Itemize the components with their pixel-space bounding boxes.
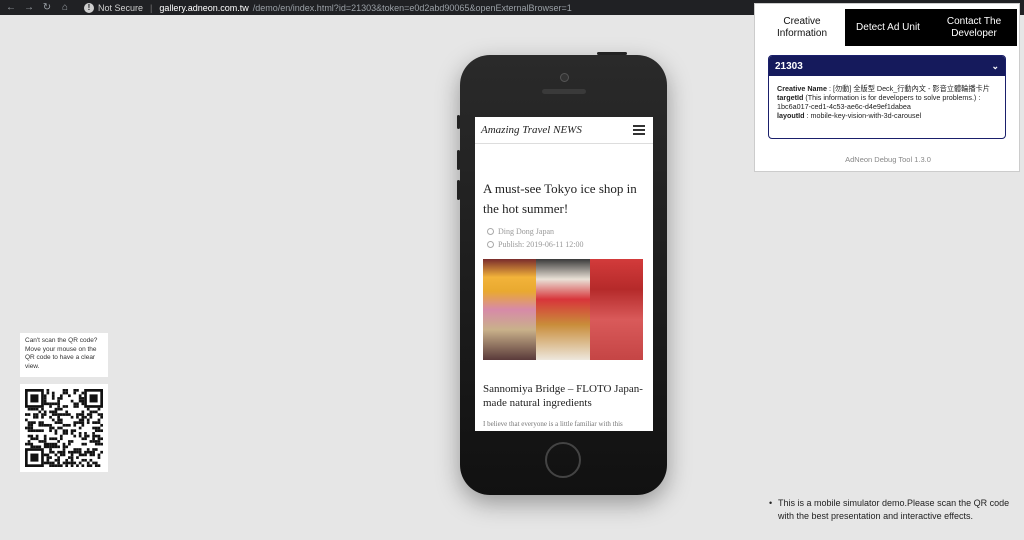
article-meta: Ding Dong Japan Publish: 2019-06-11 12:0…: [483, 225, 645, 251]
qr-code[interactable]: [20, 384, 108, 472]
simulator-note-text: This is a mobile simulator demo.Please s…: [778, 498, 1010, 521]
hero-image-panel: [483, 259, 537, 360]
tab-contact-developer[interactable]: Contact The Developer: [931, 9, 1017, 46]
address-bar[interactable]: ! Not Secure | gallery.adneon.com.tw/dem…: [84, 2, 572, 13]
article-title: A must-see Tokyo ice shop in the hot sum…: [483, 181, 637, 216]
publish-row: Publish: 2019-06-11 12:00: [487, 238, 645, 251]
debug-tool-version: AdNeon Debug Tool 1.3.0: [845, 155, 931, 164]
target-id-value: (This information is for developers to s…: [777, 93, 981, 111]
target-id-label: targetId: [777, 93, 804, 102]
author-name: Ding Dong Japan: [498, 227, 554, 236]
layout-id-row: layoutId : mobile-key-vision-with-3d-car…: [777, 111, 997, 120]
qr-code-graphic: [25, 389, 103, 467]
bullet-icon: •: [769, 498, 773, 508]
article-body: I believe that everyone is a little fami…: [483, 420, 623, 428]
debug-panel: Creative Information Detect Ad Unit Cont…: [754, 3, 1020, 172]
phone-volume-down: [457, 180, 460, 200]
tab-creative-information[interactable]: Creative Information: [759, 9, 845, 46]
phone-home-button: [545, 442, 581, 478]
user-icon: [487, 228, 494, 235]
hero-image-panel: [536, 259, 590, 360]
site-logo[interactable]: Amazing Travel NEWS: [481, 124, 582, 136]
forward-arrow-icon[interactable]: →: [24, 2, 34, 13]
chevron-down-icon[interactable]: ⌄: [991, 61, 999, 72]
phone-camera: [560, 73, 569, 82]
creative-name-row: Creative Name : [勿動] 全版型 Deck_行動內文 - 影音立…: [777, 84, 997, 93]
layout-id-value: : mobile-key-vision-with-3d-carousel: [806, 111, 922, 120]
not-secure-label[interactable]: Not Secure: [98, 3, 143, 13]
clock-icon: [487, 241, 494, 248]
phone-power-button: [597, 52, 627, 55]
back-arrow-icon[interactable]: ←: [6, 2, 16, 13]
article-subtitle: Sannomiya Bridge – FLOTO Japan-made natu…: [483, 383, 643, 409]
author-row: Ding Dong Japan: [487, 225, 645, 238]
creative-card: 21303 ⌄ Creative Name : [勿動] 全版型 Deck_行動…: [768, 55, 1006, 139]
hero-image-panel: [589, 259, 643, 360]
publish-date: Publish: 2019-06-11 12:00: [498, 240, 584, 249]
browser-nav: ← → ↻ ⌂: [0, 2, 70, 13]
phone-volume-up: [457, 150, 460, 170]
simulator-note: • This is a mobile simulator demo.Please …: [769, 497, 1024, 523]
creative-name-value: : [勿動] 全版型 Deck_行動內文 - 影音立體輪播卡片: [828, 84, 990, 93]
creative-card-header[interactable]: 21303 ⌄: [769, 56, 1005, 76]
target-id-row: targetId (This information is for develo…: [777, 93, 997, 111]
phone-mockup: Amazing Travel NEWS A must-see Tokyo ice…: [457, 52, 667, 495]
tab-detect-ad-unit[interactable]: Detect Ad Unit: [845, 9, 931, 46]
creative-card-body: Creative Name : [勿動] 全版型 Deck_行動內文 - 影音立…: [769, 76, 1005, 120]
layout-id-label: layoutId: [777, 111, 805, 120]
url-separator: |: [150, 2, 153, 13]
site-header: Amazing Travel NEWS: [475, 117, 653, 144]
reload-icon[interactable]: ↻: [42, 2, 52, 13]
hamburger-menu-icon[interactable]: [633, 125, 645, 135]
url-host[interactable]: gallery.adneon.com.tw: [159, 3, 248, 13]
url-path[interactable]: /demo/en/index.html?id=21303&token=e0d2a…: [253, 3, 572, 13]
hero-image[interactable]: [483, 259, 643, 360]
phone-mute-switch: [457, 115, 460, 129]
debug-tabs: Creative Information Detect Ad Unit Cont…: [759, 9, 1017, 46]
phone-screen[interactable]: Amazing Travel NEWS A must-see Tokyo ice…: [475, 117, 653, 431]
article: A must-see Tokyo ice shop in the hot sum…: [475, 179, 653, 428]
creative-name-label: Creative Name: [777, 84, 827, 93]
home-icon[interactable]: ⌂: [60, 2, 70, 13]
qr-help-text: Can't scan the QR code? Move your mouse …: [20, 333, 108, 377]
phone-speaker: [542, 89, 586, 94]
creative-id: 21303: [775, 60, 803, 72]
warning-icon[interactable]: !: [84, 2, 94, 13]
